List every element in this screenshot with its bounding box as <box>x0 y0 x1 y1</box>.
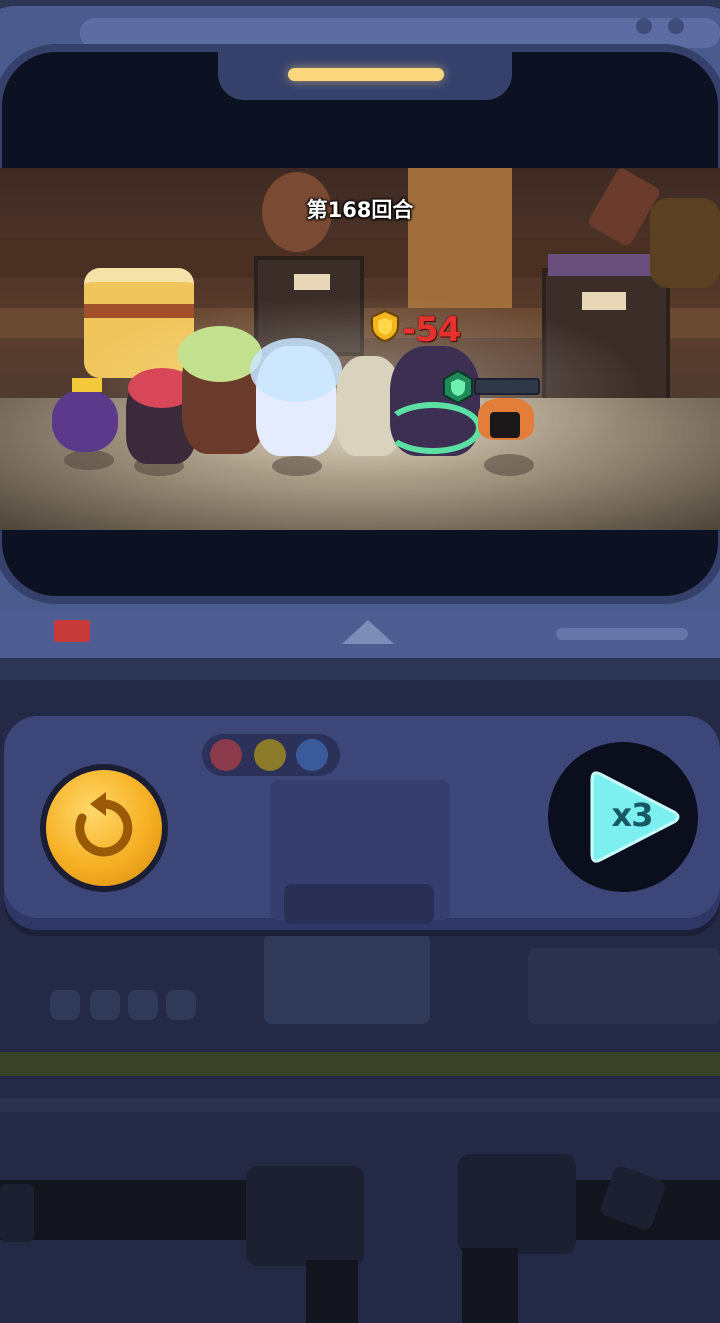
shield-icon <box>443 370 473 404</box>
machine-button <box>90 990 120 1020</box>
lip-slot <box>556 628 688 640</box>
machine-button <box>128 990 158 1020</box>
character-ice-aura <box>250 338 342 402</box>
machine-button <box>50 990 80 1020</box>
pipe <box>306 1260 358 1323</box>
machine-stripe <box>0 1098 720 1112</box>
machine-stripe <box>0 1052 720 1076</box>
pipe-clamp <box>0 1184 34 1242</box>
sprout-display <box>528 948 720 1024</box>
panel-slot <box>284 884 434 924</box>
character-shadow <box>64 450 114 470</box>
screen-indicator-light <box>288 68 444 81</box>
device-dot <box>636 18 652 34</box>
pipe <box>462 1248 518 1323</box>
vase-decoration <box>650 198 720 288</box>
status-light-blue <box>296 739 328 771</box>
character-purple-star <box>52 390 118 452</box>
round-counter: 第168回合 <box>306 198 414 222</box>
machine-vent <box>264 932 430 1024</box>
shield-icon <box>371 310 399 342</box>
speed-multiplier-label[interactable]: x3 <box>604 796 660 834</box>
pipe-elbow <box>246 1166 364 1266</box>
pipe-elbow <box>458 1154 576 1254</box>
crate-lid <box>548 254 660 276</box>
red-indicator-light <box>54 620 90 642</box>
status-light-red <box>210 739 242 771</box>
machine-button <box>166 990 196 1020</box>
character-face <box>490 412 520 438</box>
status-light-yellow <box>254 739 286 771</box>
triangle-marker <box>342 620 394 644</box>
character-crown <box>72 378 102 392</box>
restart-arrow-icon[interactable] <box>66 790 142 866</box>
device-dot <box>668 18 684 34</box>
swirl-effect <box>384 402 482 454</box>
character-shadow <box>272 456 322 476</box>
enemy-health-bar <box>474 378 540 395</box>
character-shadow <box>484 454 534 476</box>
damage-number: -54 <box>402 310 461 350</box>
